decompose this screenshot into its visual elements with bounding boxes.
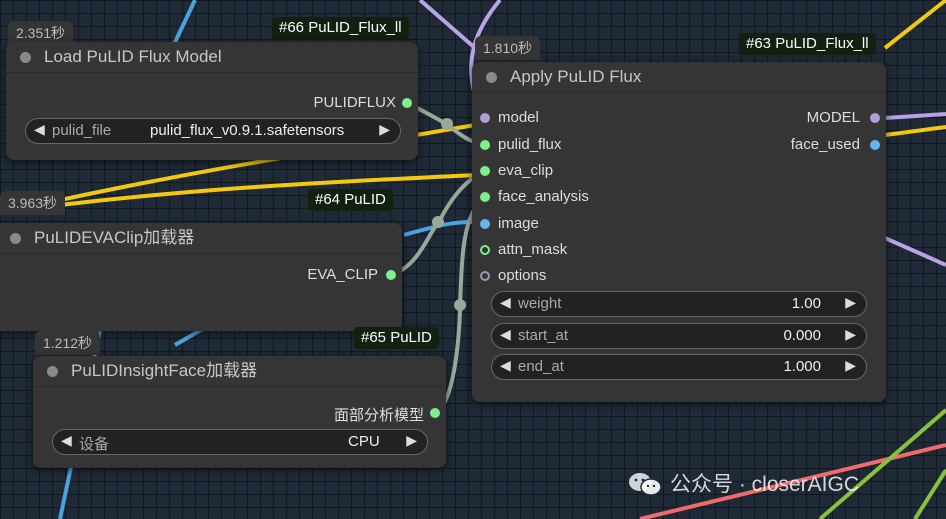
node-id-badge: #65 PuLID xyxy=(354,327,439,349)
decrement-arrow-icon[interactable]: ◀ xyxy=(61,432,72,449)
widget-label: weight xyxy=(518,295,562,312)
increment-arrow-icon[interactable]: ▶ xyxy=(845,326,856,343)
input-label-pulid-flux: pulid_flux xyxy=(498,136,562,153)
execution-time-label: 1.810秒 xyxy=(475,36,541,60)
node-title: Apply PuLID Flux xyxy=(510,67,642,86)
node-id-badge: #66 PuLID_Flux_ll xyxy=(272,17,409,39)
collapse-dot-icon[interactable] xyxy=(47,366,58,377)
input-label-options: options xyxy=(498,267,547,284)
wechat-icon xyxy=(629,473,662,496)
input-label-model: model xyxy=(498,109,539,126)
node-id-badge: #64 PuLID xyxy=(308,189,393,211)
widget-value: pulid_flux_v0.9.1.safetensors xyxy=(150,122,345,139)
input-socket-icon[interactable] xyxy=(480,113,490,123)
output-label: EVA_CLIP xyxy=(307,266,378,283)
apply-pulid-flux-node[interactable]: Apply PuLID Flux model pulid_flux eva_cl… xyxy=(472,62,886,402)
decrement-arrow-icon[interactable]: ◀ xyxy=(500,326,511,343)
output-label: 面部分析模型 xyxy=(333,407,424,424)
input-socket-icon[interactable] xyxy=(480,166,490,176)
node-title: PuLIDInsightFace加载器 xyxy=(71,361,258,380)
output-label: PULIDFLUX xyxy=(313,94,396,111)
collapse-dot-icon[interactable] xyxy=(486,72,497,83)
input-label-eva-clip: eva_clip xyxy=(498,162,554,179)
increment-arrow-icon[interactable]: ▶ xyxy=(845,357,856,374)
widget-value: CPU xyxy=(348,433,380,450)
widget-label: 设备 xyxy=(79,436,110,453)
node-title: Load PuLID Flux Model xyxy=(44,47,222,66)
watermark-text: 公众号 · closerAIGC xyxy=(670,473,860,496)
input-socket-icon[interactable] xyxy=(480,140,490,150)
decrement-arrow-icon[interactable]: ◀ xyxy=(500,294,511,311)
widget-label: end_at xyxy=(518,358,564,375)
node-title: PuLIDEVAClip加载器 xyxy=(34,228,195,247)
output-label-model: MODEL xyxy=(806,109,860,126)
output-socket-icon[interactable] xyxy=(386,270,396,280)
input-label-face-analysis: face_analysis xyxy=(498,188,589,205)
widget-label: pulid_file xyxy=(52,122,112,139)
input-label-attn-mask: attn_mask xyxy=(498,241,568,258)
output-label-face-used: face_used xyxy=(790,136,860,153)
node-title-bar[interactable]: Apply PuLID Flux xyxy=(472,62,886,93)
input-label-image: image xyxy=(498,215,539,232)
decrement-arrow-icon[interactable]: ◀ xyxy=(500,357,511,374)
execution-time-label: 3.963秒 xyxy=(0,191,66,215)
decrement-arrow-icon[interactable]: ◀ xyxy=(34,121,45,138)
widget-label: start_at xyxy=(518,327,569,344)
output-socket-icon[interactable] xyxy=(870,140,880,150)
execution-time-label: 1.212秒 xyxy=(35,331,101,355)
input-socket-icon[interactable] xyxy=(480,192,490,202)
weight-slider[interactable]: ◀ weight 1.00 ▶ xyxy=(491,291,867,317)
collapse-dot-icon[interactable] xyxy=(10,233,21,244)
node-title-bar[interactable]: PuLIDInsightFace加载器 xyxy=(33,356,446,387)
node-title-bar[interactable]: PuLIDEVAClip加载器 xyxy=(0,223,402,254)
load-pulid-flux-model-node[interactable]: Load PuLID Flux Model PULIDFLUX ◀ pulid_… xyxy=(6,42,418,160)
widget-value: 1.00 xyxy=(791,295,821,312)
pulid-insightface-loader-node[interactable]: PuLIDInsightFace加载器 面部分析模型 ◀ 设备 CPU ▶ xyxy=(33,356,446,468)
increment-arrow-icon[interactable]: ▶ xyxy=(379,121,390,138)
optional-input-socket-icon[interactable] xyxy=(480,271,490,281)
increment-arrow-icon[interactable]: ▶ xyxy=(406,432,417,449)
output-socket-icon[interactable] xyxy=(430,408,440,418)
node-id-badge: #63 PuLID_Flux_ll xyxy=(739,33,876,55)
pulid-file-combo[interactable]: ◀ pulid_file pulid_flux_v0.9.1.safetenso… xyxy=(25,118,401,144)
device-combo[interactable]: ◀ 设备 CPU ▶ xyxy=(52,429,428,455)
node-title-bar[interactable]: Load PuLID Flux Model xyxy=(6,42,418,73)
widget-value: 1.000 xyxy=(783,358,821,375)
collapse-dot-icon[interactable] xyxy=(20,52,31,63)
output-socket-icon[interactable] xyxy=(402,98,412,108)
widget-value: 0.000 xyxy=(783,327,821,344)
end-at-slider[interactable]: ◀ end_at 1.000 ▶ xyxy=(491,354,867,380)
output-socket-icon[interactable] xyxy=(870,113,880,123)
start-at-slider[interactable]: ◀ start_at 0.000 ▶ xyxy=(491,323,867,349)
input-socket-icon[interactable] xyxy=(480,219,490,229)
increment-arrow-icon[interactable]: ▶ xyxy=(845,294,856,311)
optional-input-socket-icon[interactable] xyxy=(480,245,490,255)
pulid-eva-clip-loader-node[interactable]: PuLIDEVAClip加载器 EVA_CLIP xyxy=(0,223,402,331)
